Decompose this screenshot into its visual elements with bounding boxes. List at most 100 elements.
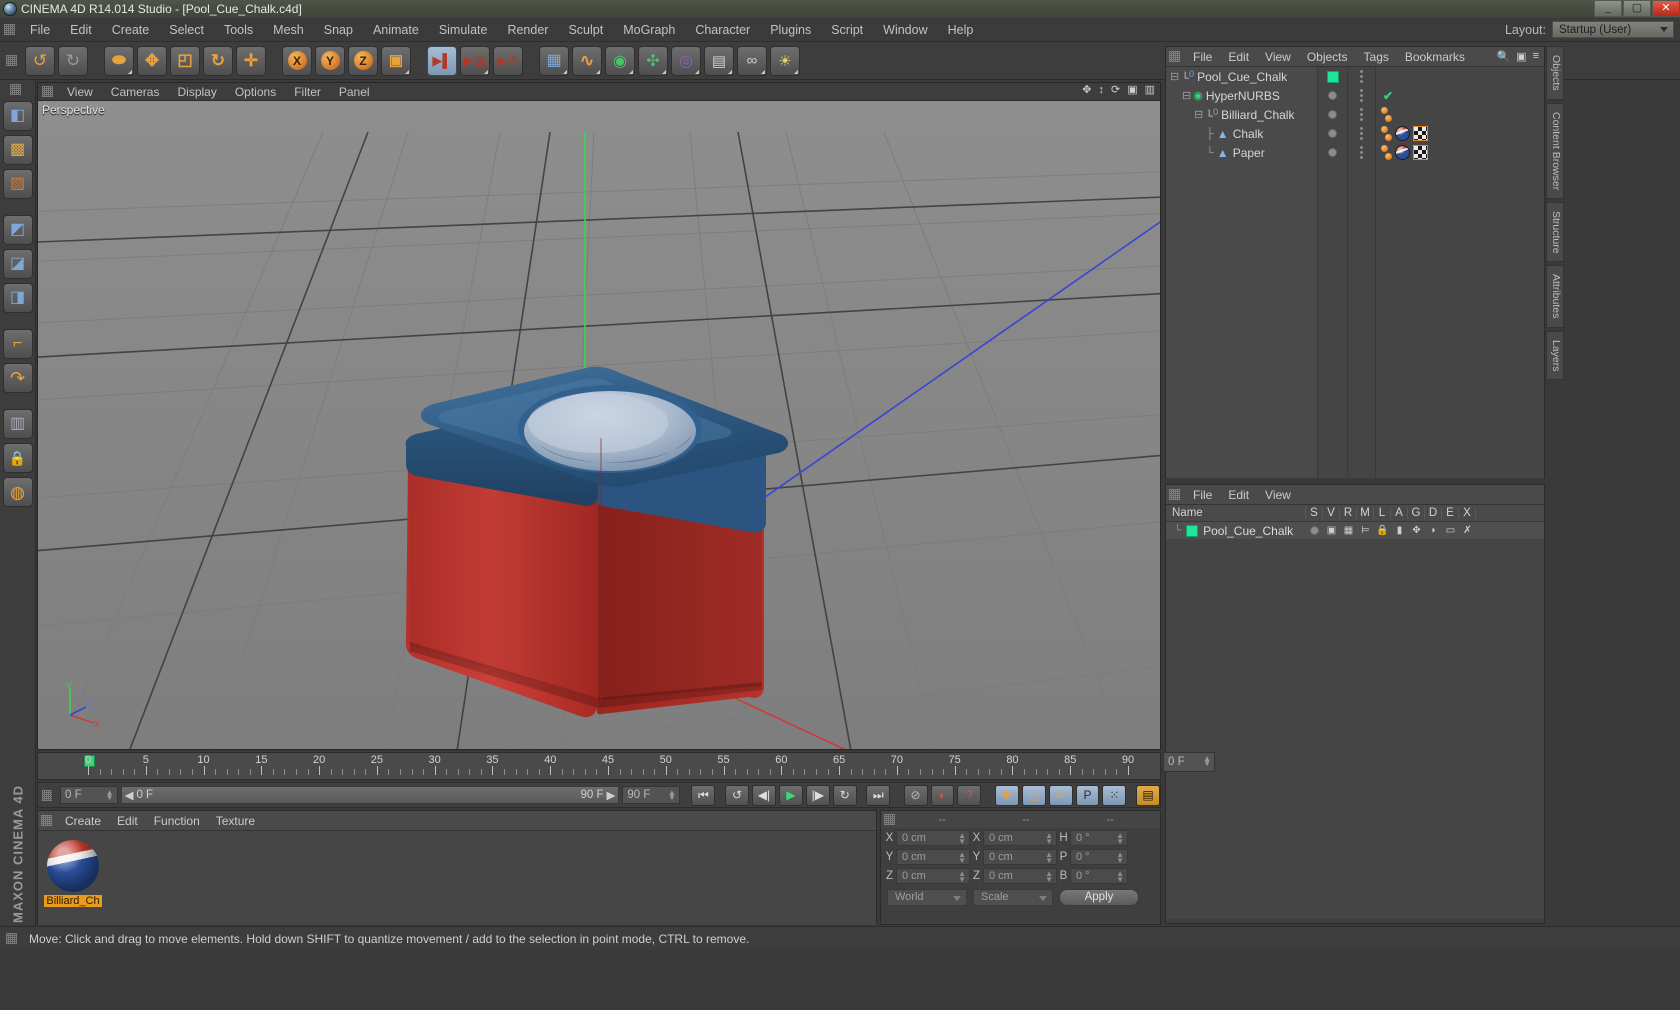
- menu-character[interactable]: Character: [685, 20, 760, 40]
- layer-cell-m[interactable]: ⊨: [1357, 525, 1374, 536]
- viewport-menu-view[interactable]: View: [58, 83, 102, 101]
- go-to-start-button[interactable]: ⏮: [691, 784, 716, 806]
- coordinates-grip[interactable]: [884, 814, 895, 825]
- visibility-dot-icon[interactable]: [1328, 91, 1337, 100]
- expand-toggle-icon[interactable]: ⊟: [1170, 70, 1179, 83]
- visibility-cell[interactable]: [1318, 67, 1347, 86]
- maximize-icon[interactable]: ▣: [1127, 85, 1137, 96]
- material-item[interactable]: Billiard_Ch: [44, 837, 102, 907]
- column-header-r[interactable]: R: [1340, 507, 1357, 519]
- layer-cell-s[interactable]: [1306, 526, 1323, 535]
- menu-dots-icon[interactable]: ≡: [1533, 50, 1539, 63]
- lock-workplane-button[interactable]: 🔒: [2, 443, 33, 473]
- tag-dot-icon[interactable]: [1385, 115, 1392, 122]
- go-to-end-button[interactable]: ⏭: [866, 784, 891, 806]
- range-left-handle-icon[interactable]: ◀: [125, 788, 134, 802]
- object-row-billiard-chalk[interactable]: ⊟ └0 Billiard_Chalk: [1166, 105, 1317, 124]
- spinner-icon[interactable]: ▲ ▼: [958, 832, 966, 846]
- layer-color-swatch[interactable]: [1186, 524, 1199, 537]
- status-bar-grip[interactable]: [6, 933, 17, 944]
- objmgr-menu-bookmarks[interactable]: Bookmarks: [1397, 48, 1473, 66]
- object-row-chalk[interactable]: ├ ▲ Chalk: [1166, 124, 1317, 143]
- visibility-cell[interactable]: [1318, 105, 1347, 124]
- add-nurbs-button[interactable]: ◉: [605, 45, 635, 76]
- maximize-button[interactable]: ▢: [1623, 0, 1651, 17]
- field-rot-h[interactable]: 0 ° ▲ ▼: [1070, 830, 1128, 846]
- matmgr-menu-function[interactable]: Function: [146, 812, 208, 830]
- viewport-3d-canvas[interactable]: [38, 102, 1160, 749]
- rotation-key-button[interactable]: ↻: [1048, 784, 1073, 806]
- pan-icon[interactable]: ✥: [1082, 85, 1091, 96]
- rotate-tool-button[interactable]: ↻: [203, 45, 233, 76]
- play-back-loop-button[interactable]: ↺: [725, 784, 749, 806]
- toolbar-grip[interactable]: [6, 55, 17, 66]
- polygons-mode-button[interactable]: ◪: [2, 249, 33, 279]
- matmgr-menu-edit[interactable]: Edit: [109, 812, 146, 830]
- tag-cell[interactable]: [1377, 143, 1544, 162]
- layermgr-menu-view[interactable]: View: [1257, 486, 1299, 504]
- layer-cell-g[interactable]: ✥: [1408, 525, 1425, 536]
- material-tag-icon[interactable]: [1395, 126, 1410, 141]
- render-view-button[interactable]: ▶▌: [427, 45, 457, 76]
- field-rot-p[interactable]: 0 ° ▲ ▼: [1070, 849, 1128, 865]
- viewport-menu-options[interactable]: Options: [226, 83, 285, 101]
- range-right-handle-icon[interactable]: ▶: [607, 788, 616, 802]
- layer-cell-l[interactable]: 🔒: [1374, 525, 1391, 536]
- close-button[interactable]: ✕: [1652, 0, 1680, 17]
- lock-y-axis-button[interactable]: Y: [315, 45, 345, 76]
- menu-sculpt[interactable]: Sculpt: [558, 20, 613, 40]
- field-pos-y[interactable]: 0 cm ▲ ▼: [896, 849, 970, 865]
- layermgr-menu-edit[interactable]: Edit: [1220, 486, 1257, 504]
- scale-key-button[interactable]: ◰: [1021, 784, 1046, 806]
- play-button[interactable]: ▶: [778, 784, 803, 806]
- tab-objects[interactable]: Objects: [1546, 46, 1564, 100]
- axis-mode-button[interactable]: ⌐: [2, 329, 33, 359]
- spinner-icon[interactable]: ▲ ▼: [1045, 832, 1053, 846]
- points-mode-button[interactable]: ▨: [2, 169, 33, 199]
- dots-icon[interactable]: [1360, 89, 1363, 102]
- render-region-button[interactable]: ▶▨: [460, 45, 490, 76]
- tag-dot-icon[interactable]: [1381, 145, 1388, 152]
- add-light-button[interactable]: ☀: [770, 45, 800, 76]
- layer-cell-r[interactable]: ▦: [1340, 525, 1357, 536]
- point-level-anim-button[interactable]: ⁙: [1102, 784, 1127, 806]
- autokeying-button[interactable]: ◐: [930, 784, 955, 806]
- move-tool-button[interactable]: ✥: [137, 45, 167, 76]
- playback-grip[interactable]: [42, 789, 53, 801]
- material-list[interactable]: Billiard_Ch: [38, 831, 876, 925]
- live-selection-button[interactable]: ⬬: [104, 45, 134, 76]
- spinner-icon[interactable]: ▲ ▼: [106, 789, 114, 802]
- tag-cell[interactable]: [1377, 105, 1544, 124]
- dots-icon[interactable]: [1360, 108, 1363, 121]
- end-frame-field[interactable]: 90 F ▲ ▼: [622, 786, 680, 804]
- menu-simulate[interactable]: Simulate: [429, 20, 498, 40]
- tag-dot-icon[interactable]: [1385, 153, 1392, 160]
- undo-button[interactable]: ↺: [25, 45, 55, 76]
- visibility-dot-icon[interactable]: [1328, 148, 1337, 157]
- tab-structure[interactable]: Structure: [1546, 201, 1564, 263]
- start-frame-field[interactable]: 0 F ▲ ▼: [60, 786, 118, 804]
- uvw-tag-icon[interactable]: [1413, 145, 1428, 160]
- objmgr-menu-file[interactable]: File: [1185, 48, 1220, 66]
- tag-dot-icon[interactable]: [1381, 126, 1388, 133]
- spinner-icon[interactable]: ▲ ▼: [668, 789, 676, 802]
- render-cell[interactable]: [1348, 124, 1375, 143]
- position-key-button[interactable]: ✥: [994, 784, 1019, 806]
- viewport-menu-filter[interactable]: Filter: [285, 83, 330, 101]
- menu-plugins[interactable]: Plugins: [760, 20, 821, 40]
- objmgr-menu-objects[interactable]: Objects: [1299, 48, 1356, 66]
- redo-button[interactable]: ↻: [58, 45, 88, 76]
- matmgr-menu-texture[interactable]: Texture: [208, 812, 263, 830]
- menu-grip[interactable]: [4, 24, 15, 35]
- layermgr-menu-file[interactable]: File: [1185, 486, 1220, 504]
- tag-cell[interactable]: [1377, 124, 1544, 143]
- play-forward-loop-button[interactable]: ↻: [832, 784, 857, 806]
- apply-button[interactable]: Apply: [1059, 888, 1139, 906]
- model-mode-button[interactable]: ◧: [2, 101, 33, 131]
- column-header-x[interactable]: X: [1459, 507, 1476, 519]
- menu-tools[interactable]: Tools: [214, 20, 263, 40]
- menu-snap[interactable]: Snap: [314, 20, 363, 40]
- spinner-icon[interactable]: ▲ ▼: [958, 851, 966, 865]
- column-header-s[interactable]: S: [1306, 507, 1323, 519]
- column-header-e[interactable]: E: [1442, 507, 1459, 519]
